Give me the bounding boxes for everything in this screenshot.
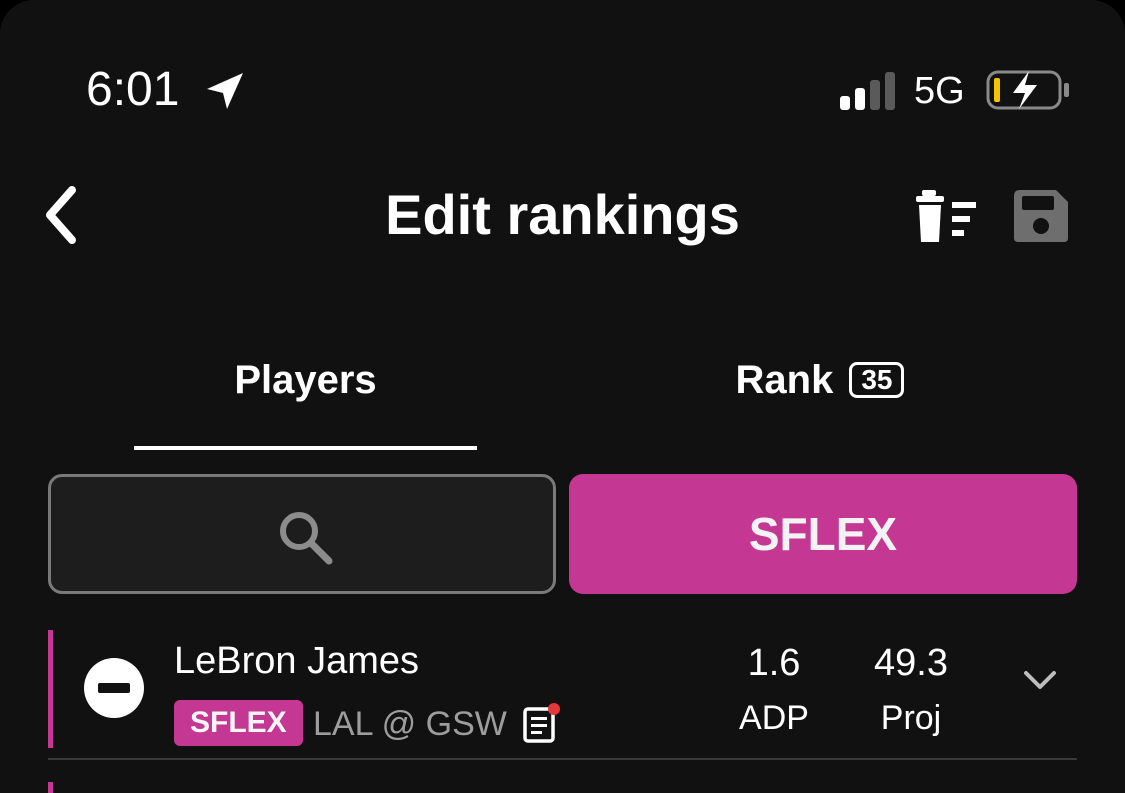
news-icon[interactable] — [522, 702, 562, 744]
search-box[interactable] — [48, 474, 556, 594]
tab-rank-label: Rank — [735, 358, 834, 402]
news-notification-dot — [548, 703, 560, 715]
active-tab-indicator — [134, 446, 477, 450]
location-arrow-icon — [207, 73, 243, 109]
tab-rank[interactable]: Rank 35 — [620, 340, 1020, 452]
adp-value: 1.6 — [747, 642, 801, 684]
position-filter-button[interactable]: SFLEX — [569, 474, 1077, 594]
row-divider — [48, 758, 1077, 760]
back-button[interactable] — [36, 180, 88, 250]
next-row-accent-bar — [48, 782, 53, 793]
proj-stat: 49.3 Proj — [858, 640, 964, 740]
remove-player-button[interactable] — [84, 658, 144, 718]
adp-label: ADP — [739, 699, 809, 737]
position-badge: SFLEX — [174, 700, 303, 746]
adp-stat: 1.6 ADP — [724, 640, 824, 740]
player-row[interactable]: LeBron James SFLEX LAL @ GSW 1.6 ADP 49.… — [48, 630, 1077, 758]
tab-players[interactable]: Players — [134, 340, 477, 452]
proj-label: Proj — [880, 699, 942, 737]
clear-rankings-button[interactable] — [912, 188, 978, 244]
proj-value: 49.3 — [874, 642, 948, 684]
rank-count-badge: 35 — [849, 362, 905, 398]
trash-list-icon — [916, 190, 976, 242]
search-input[interactable] — [51, 477, 553, 591]
save-button[interactable] — [1012, 188, 1070, 244]
tab-players-label: Players — [234, 358, 377, 402]
battery-charging-icon — [986, 70, 1069, 110]
player-name: LeBron James — [174, 640, 420, 682]
app-screen: 6:01 5G Edit rankings Players Rank 35 SF… — [0, 0, 1125, 793]
cellular-signal-icon — [840, 72, 895, 110]
matchup-text: LAL @ GSW — [313, 705, 507, 743]
row-accent-bar — [48, 630, 53, 748]
position-filter-label: SFLEX — [748, 508, 898, 560]
status-time: 6:01 — [86, 63, 180, 116]
chevron-down-icon[interactable] — [1020, 660, 1060, 700]
floppy-disk-icon — [1014, 190, 1068, 242]
network-type: 5G — [914, 70, 965, 112]
